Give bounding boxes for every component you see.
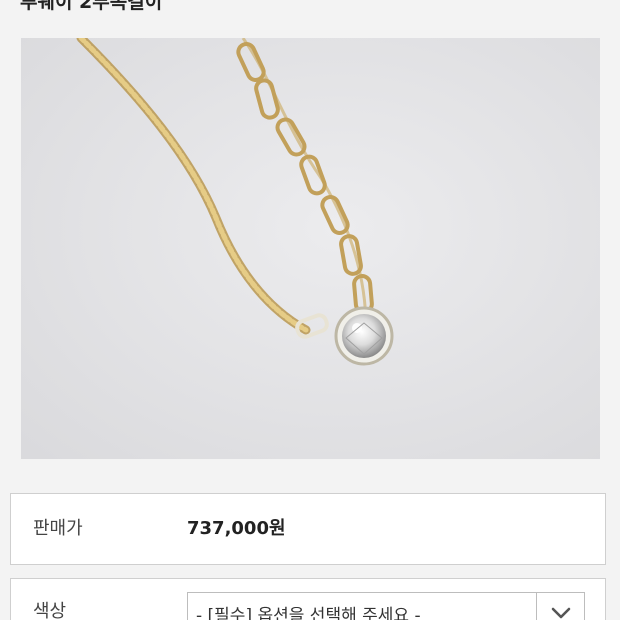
price-row: 판매가 737,000원: [10, 493, 606, 565]
necklace-photo: [21, 38, 600, 459]
price-value: 737,000원: [187, 518, 286, 539]
color-option-select[interactable]: - [필수] 옵션을 선택해 주세요 -: [187, 592, 585, 620]
product-image[interactable]: [21, 38, 600, 459]
option-label: 색상: [33, 601, 67, 620]
chevron-down-icon: [551, 607, 571, 619]
select-dropdown-button[interactable]: [536, 593, 584, 620]
product-title: 루웨이 2부목걸이: [20, 0, 163, 13]
option-row: 색상 - [필수] 옵션을 선택해 주세요 -: [10, 578, 606, 620]
option-select-value: - [필수] 옵션을 선택해 주세요 -: [196, 606, 421, 620]
price-label: 판매가: [33, 518, 83, 539]
product-detail-page: 루웨이 2부목걸이 판매가 737,000원 색상 - [필수] 옵션을 선택해…: [0, 0, 620, 620]
